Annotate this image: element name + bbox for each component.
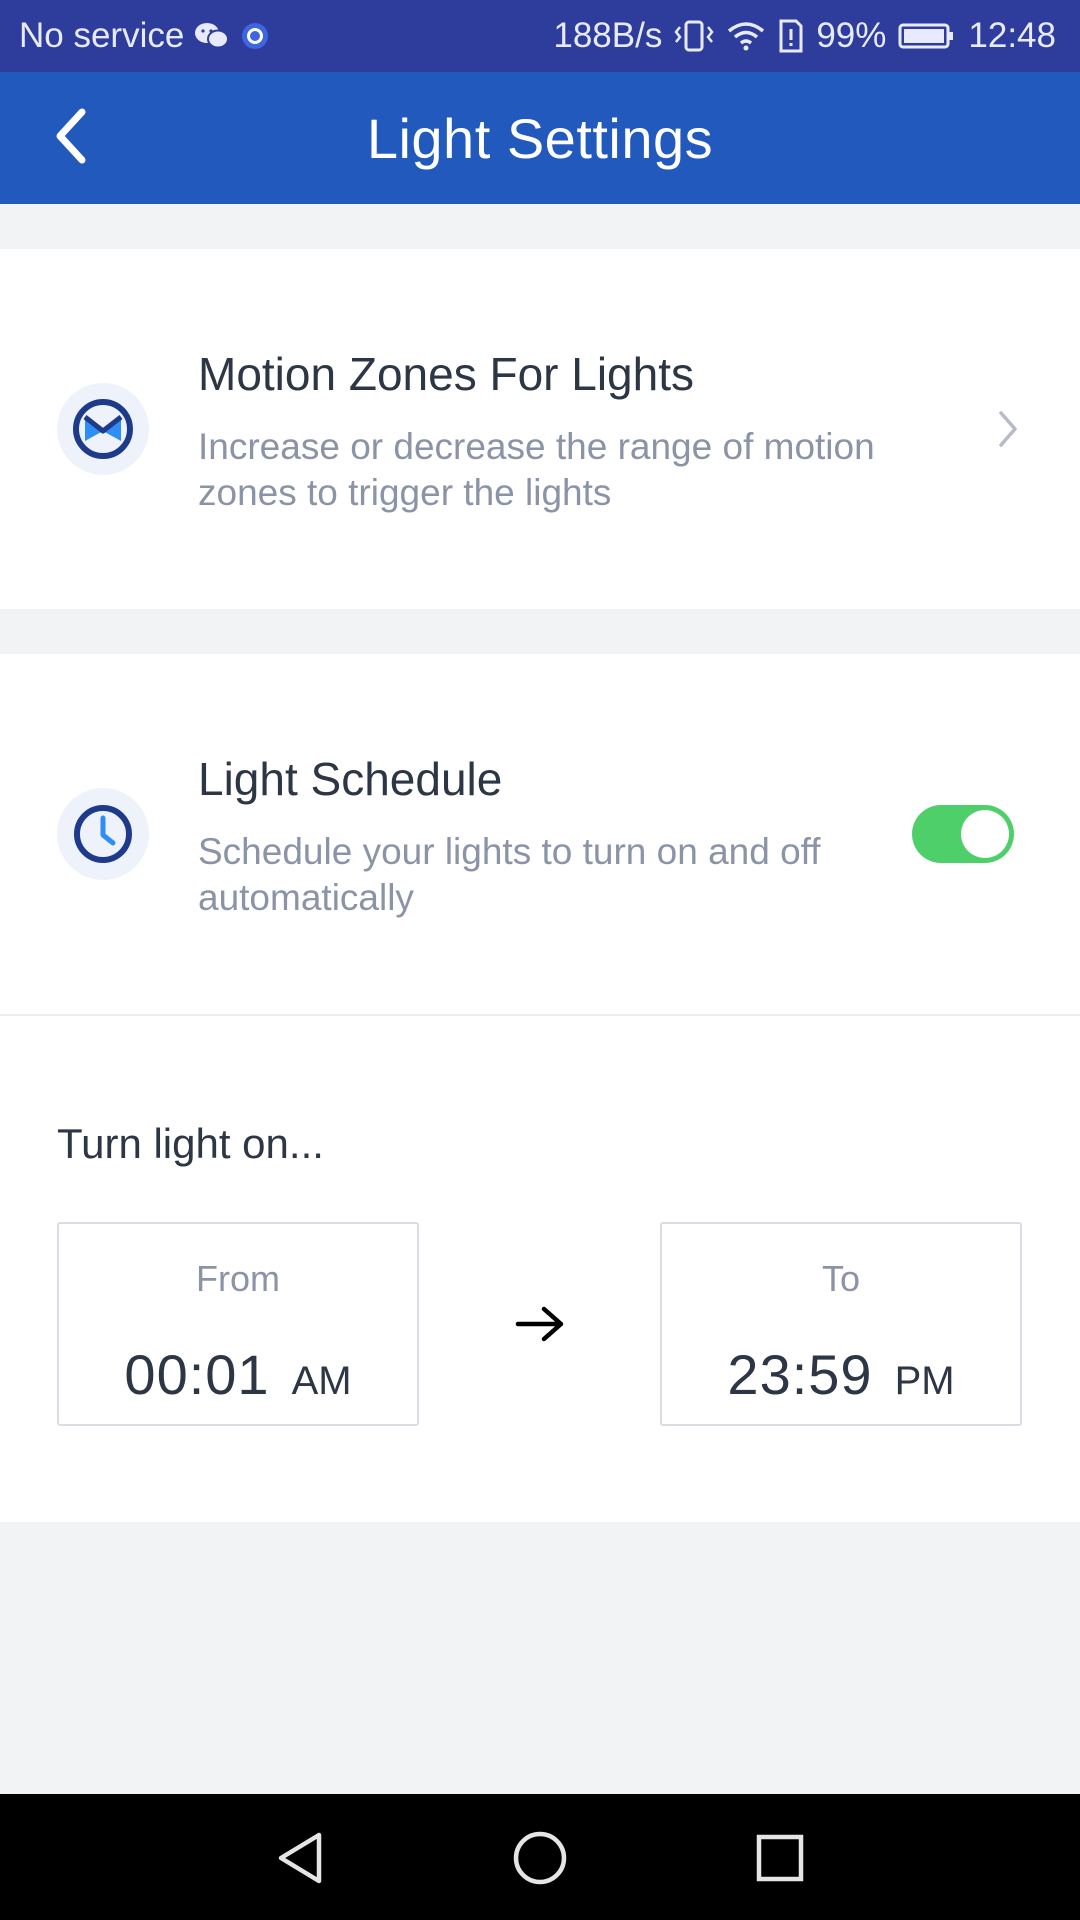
to-time-value: 23:59 PM bbox=[662, 1342, 1020, 1407]
to-time: 23:59 bbox=[727, 1343, 873, 1406]
light-schedule-toggle[interactable] bbox=[912, 805, 1014, 863]
from-time-value: 00:01 AM bbox=[59, 1342, 417, 1407]
to-label: To bbox=[821, 1258, 861, 1299]
carrier-text: No service bbox=[19, 16, 185, 55]
to-period: PM bbox=[894, 1359, 955, 1403]
net-speed-text: 188B/s bbox=[553, 16, 663, 55]
app-bar: Light Settings bbox=[0, 72, 1080, 204]
chevron-left-icon bbox=[50, 106, 90, 171]
from-time-picker[interactable]: From 00:01 AM bbox=[57, 1222, 419, 1426]
motion-zones-title: Motion Zones For Lights bbox=[198, 348, 695, 400]
recents-square-icon[interactable] bbox=[750, 1828, 810, 1888]
from-label: From bbox=[196, 1258, 280, 1299]
vibrate-icon bbox=[674, 19, 714, 53]
divider bbox=[0, 1014, 1080, 1016]
notification-dot-icon bbox=[240, 21, 270, 51]
home-circle-icon[interactable] bbox=[510, 1828, 570, 1888]
motion-zone-icon bbox=[57, 383, 149, 475]
clock-icon bbox=[57, 788, 149, 880]
toggle-knob bbox=[961, 810, 1009, 858]
turn-light-on-heading: Turn light on... bbox=[57, 1120, 324, 1167]
motion-zones-row[interactable]: Motion Zones For Lights Increase or decr… bbox=[0, 249, 1080, 609]
from-period: AM bbox=[291, 1359, 352, 1403]
light-schedule-title: Light Schedule bbox=[198, 753, 503, 805]
sim-alert-icon bbox=[778, 19, 804, 53]
system-nav-bar bbox=[0, 1794, 1080, 1920]
wechat-icon bbox=[194, 21, 230, 51]
screen: No service 188B/s 99% 12:48 Light Settin… bbox=[0, 0, 1080, 1920]
from-time: 00:01 bbox=[124, 1343, 270, 1406]
light-schedule-description: Schedule your lights to turn on and off … bbox=[198, 831, 821, 918]
motion-zones-description: Increase or decrease the range of motion… bbox=[198, 426, 875, 513]
light-schedule-card: Light Schedule Schedule your lights to t… bbox=[0, 654, 1080, 1522]
to-time-picker[interactable]: To 23:59 PM bbox=[660, 1222, 1022, 1426]
status-bar: No service 188B/s 99% 12:48 bbox=[0, 0, 1080, 72]
back-button[interactable] bbox=[40, 102, 100, 174]
page-title: Light Settings bbox=[366, 106, 714, 170]
clock-text: 12:48 bbox=[968, 16, 1056, 55]
arrow-right-icon bbox=[514, 1304, 566, 1344]
back-triangle-icon[interactable] bbox=[270, 1828, 330, 1888]
battery-icon bbox=[898, 22, 956, 50]
battery-percent-text: 99% bbox=[816, 16, 887, 55]
wifi-icon bbox=[726, 20, 766, 52]
chevron-right-icon[interactable] bbox=[988, 399, 1028, 459]
